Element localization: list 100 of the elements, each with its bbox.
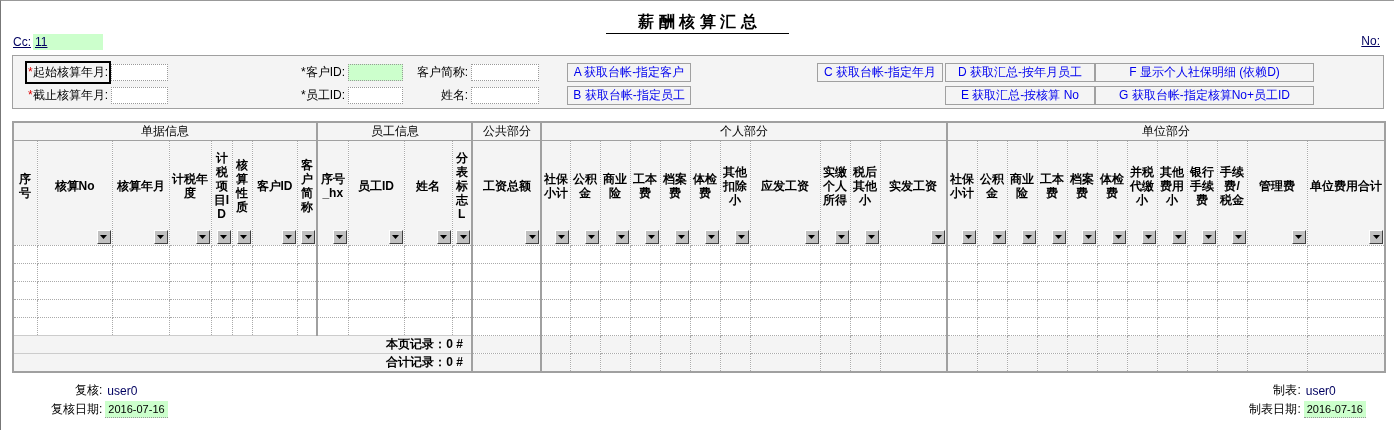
footer-label: 制表: [1272,382,1301,399]
caret-icon [336,235,343,239]
field-label: 客户简称: [415,64,469,81]
action-button[interactable]: G 获取台帐-指定核算No+员工ID [1095,86,1314,105]
column-title: 应发工资 [761,178,809,193]
filter-dropdown-button[interactable] [436,230,451,244]
caret-icon [1025,235,1033,239]
filter-dropdown-button[interactable] [301,230,315,244]
column-title: 员工ID [358,178,394,193]
filter-dropdown-button[interactable] [1171,230,1186,244]
input-field[interactable] [111,87,168,104]
input-field[interactable] [111,64,168,81]
filter-dropdown-button[interactable] [216,230,231,244]
filter-dropdown-button[interactable] [236,230,251,244]
filter-dropdown-button[interactable] [1201,230,1216,244]
column-title: 工本费 [632,171,658,200]
filter-dropdown-button[interactable] [584,230,599,244]
no-label[interactable]: No: [1361,34,1380,48]
filter-dropdown-button[interactable] [614,230,629,244]
column-title: 体检费 [1099,171,1126,200]
caret-icon [1175,235,1183,239]
cc-label[interactable]: Cc: [13,35,31,49]
filter-dropdown-button[interactable] [456,230,470,244]
action-button[interactable]: A 获取台帐-指定客户 [567,63,691,82]
footer-label: 制表日期: [1249,401,1301,418]
filter-dropdown-button[interactable] [734,230,749,244]
action-button[interactable]: F 显示个人社保明细 (依赖D) [1095,63,1314,82]
column-title: 档案费 [662,171,688,200]
summary-cell: 本页记录：0 # [13,335,472,354]
caret-icon [1085,235,1093,239]
column-title: 分表标志L [454,150,469,221]
filter-dropdown-button[interactable] [332,230,347,244]
filter-dropdown-button[interactable] [1369,230,1384,244]
filter-dropdown-button[interactable] [1021,230,1036,244]
input-field[interactable] [348,64,403,81]
filter-dropdown-button[interactable] [804,230,819,244]
filter-dropdown-button[interactable] [153,230,168,244]
column-title: 其他费用小 [1159,164,1186,207]
column-title: 社保小计 [949,171,976,200]
caret-icon [678,235,685,239]
input-field[interactable] [471,87,539,104]
filter-dropdown-button[interactable] [1141,230,1156,244]
column-title: 计税项目ID [212,150,231,221]
filter-dropdown-button[interactable] [1081,230,1096,244]
filter-dropdown-button[interactable] [834,230,849,244]
filter-dropdown-button[interactable] [1291,230,1306,244]
filter-dropdown-button[interactable] [991,230,1006,244]
filter-dropdown-button[interactable] [1051,230,1066,244]
caret-icon [392,235,399,239]
column-title: 公积金 [572,171,598,200]
filter-dropdown-button[interactable] [96,230,111,244]
filter-dropdown-button[interactable] [388,230,403,244]
filter-dropdown-button[interactable] [931,230,946,244]
caret-icon [528,235,536,239]
filter-dropdown-button[interactable] [525,230,539,244]
field-label: *员工ID: [300,87,346,104]
filter-dropdown-button[interactable] [1231,230,1246,244]
input-field[interactable] [471,64,539,81]
column-title: 客户ID [256,178,293,193]
caret-icon [618,235,625,239]
caret-icon [304,235,312,239]
column-title: 工资总额 [482,178,531,193]
filter-dropdown-button[interactable] [1111,230,1126,244]
caret-icon [965,235,973,239]
filter-dropdown-button[interactable] [864,230,879,244]
action-button[interactable]: C 获取台帐-指定年月 [817,63,943,82]
caret-icon [1205,235,1213,239]
filter-dropdown-button[interactable] [281,230,296,244]
footer-value: user0 [106,383,139,398]
column-title: 实发工资 [889,178,938,193]
column-group-header: 个人部分 [541,122,948,141]
caret-icon [459,235,467,239]
filter-dropdown-button[interactable] [554,230,569,244]
action-button[interactable]: E 获取汇总-按核算 No [945,86,1095,105]
filter-dropdown-button[interactable] [195,230,210,244]
column-title: 商业险 [1009,171,1036,200]
filter-dropdown-button[interactable] [674,230,689,244]
caret-icon [157,235,164,239]
caret-icon [648,235,655,239]
action-button[interactable]: D 获取汇总-按年月员工 [945,63,1095,82]
summary-cell: 合计记录：0 # [13,353,472,372]
filter-dropdown-button[interactable] [704,230,719,244]
caret-icon [440,235,447,239]
column-title: 单位费用合计 [1309,178,1382,193]
caret-icon [995,235,1003,239]
field-label: *客户ID: [300,64,346,81]
caret-icon [1055,235,1063,239]
column-title: 公积金 [979,171,1006,200]
column-title: 客户简称 [299,157,314,214]
caret-icon [199,235,206,239]
action-button[interactable]: B 获取台帐-指定员工 [567,86,691,105]
filter-dropdown-button[interactable] [961,230,976,244]
column-title: 核算No [54,178,95,193]
column-title: 核算性质 [234,157,249,214]
input-field[interactable] [348,87,403,104]
column-title: 核算年月 [116,178,165,193]
filter-dropdown-button[interactable] [644,230,659,244]
footer-label: 复核: [74,382,103,399]
footer-value: user0 [1304,383,1337,398]
footer-value: 2016-07-16 [105,401,168,418]
